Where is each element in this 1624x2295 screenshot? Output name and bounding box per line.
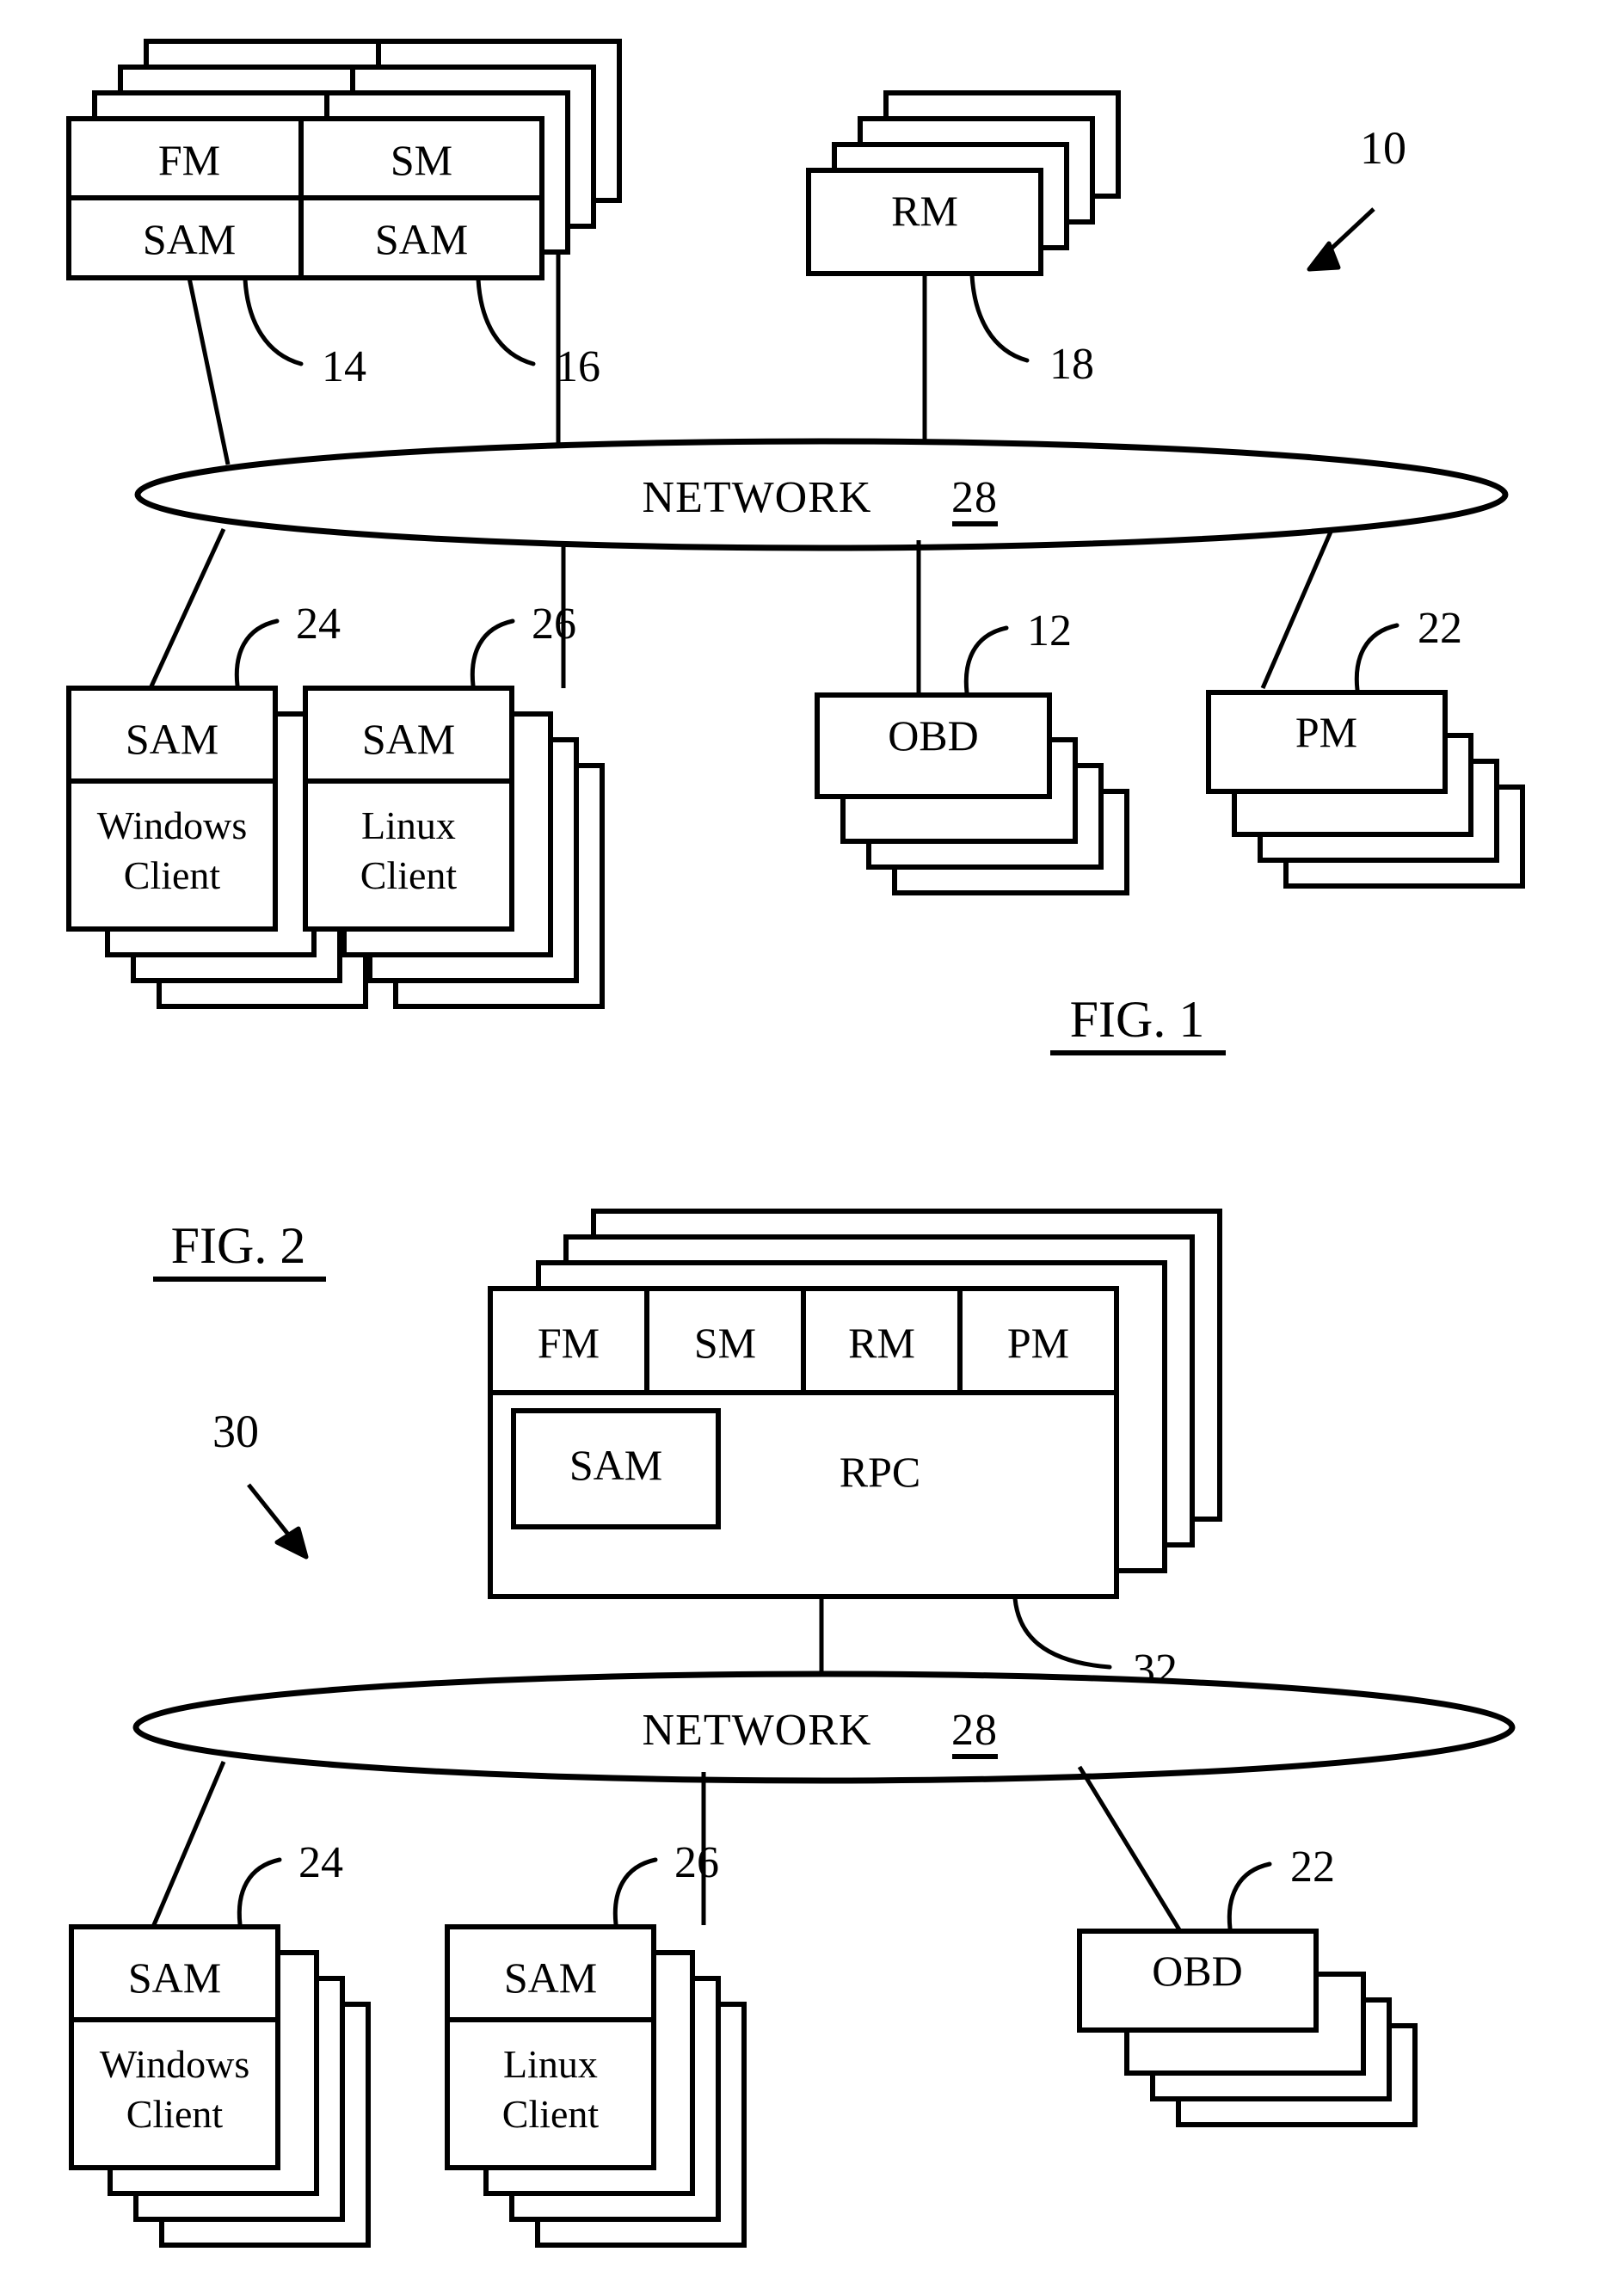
- lead-line-16: [476, 277, 536, 366]
- win-os-line2: Client: [124, 853, 221, 897]
- lead-line-12: [963, 625, 1009, 695]
- node-windows-client-fig2[interactable]: SAM Windows Client: [69, 1924, 371, 2248]
- patent-drawing-sheet: FM SAM 14 SM SAM 16 RM 18 10 NETWORK 28 …: [0, 0, 1624, 2295]
- lead-line-24-fig1: [234, 618, 280, 688]
- network-cloud-fig1: NETWORK 28: [134, 438, 1509, 551]
- win2-os-line2: Client: [126, 2092, 224, 2136]
- ref-numeral-22-fig2: 22: [1290, 1843, 1335, 1892]
- network-numeral-fig2: 28: [951, 1706, 998, 1755]
- ref-numeral-26-fig2: 26: [674, 1838, 719, 1887]
- ref-numeral-22-fig1: 22: [1418, 604, 1462, 653]
- link-network-pm: [1260, 529, 1334, 689]
- arrow-to-system-30: [247, 1483, 309, 1560]
- ref-numeral-24-fig2: 24: [298, 1838, 343, 1887]
- figure-2-group: FIG. 2 30 FM SM RM PM SAM RPC 32 NETWORK…: [69, 1209, 1516, 2248]
- lin-sam-label: SAM: [362, 715, 455, 763]
- figure-2-label: FIG. 2: [171, 1217, 306, 1274]
- win-sam-label: SAM: [126, 715, 218, 763]
- lead-line-22-fig2: [1227, 1861, 1272, 1931]
- lin2-os-line2: Client: [502, 2092, 600, 2136]
- arrow-to-system-10: [1307, 207, 1375, 272]
- link-network-obd-fig2: [1077, 1765, 1183, 1933]
- server-cell-sm: SM: [694, 1319, 756, 1367]
- node-pm-fig1[interactable]: PM: [1206, 690, 1525, 889]
- ref-numeral-30: 30: [212, 1406, 259, 1457]
- link-network-windows-fig2: [151, 1761, 226, 1928]
- obd-label: OBD: [888, 711, 979, 760]
- link-network-windows: [148, 527, 226, 690]
- ref-numeral-10: 10: [1360, 122, 1406, 174]
- node-obd-fig2[interactable]: OBD: [1077, 1929, 1418, 2127]
- ref-numeral-24-fig1: 24: [296, 600, 341, 649]
- lead-line-26-fig1: [470, 618, 515, 688]
- lin-os-line1: Linux: [361, 803, 456, 847]
- pm-label: PM: [1295, 708, 1357, 756]
- win2-sam-label: SAM: [128, 1954, 221, 2002]
- network-label: NETWORK: [643, 473, 872, 522]
- figure-1-label: FIG. 1: [1070, 991, 1205, 1048]
- win2-os-line1: Windows: [100, 2042, 249, 2086]
- network-label-fig2: NETWORK: [643, 1706, 872, 1755]
- sm-label: SM: [391, 136, 452, 184]
- server-cell-fm: FM: [538, 1319, 600, 1367]
- lin2-os-line1: Linux: [503, 2042, 598, 2086]
- node-rm[interactable]: RM: [806, 90, 1121, 276]
- server-cell-pm: PM: [1007, 1319, 1069, 1367]
- ref-numeral-26-fig1: 26: [532, 600, 576, 649]
- lead-line-24-fig2: [237, 1857, 282, 1927]
- fm-sam-label: SAM: [143, 215, 236, 263]
- lead-line-32: [1012, 1596, 1112, 1670]
- lead-line-26-fig2: [612, 1857, 658, 1927]
- rm-label: RM: [891, 187, 958, 235]
- link-fm-network: [187, 277, 231, 465]
- lin2-sam-label: SAM: [504, 1954, 597, 2002]
- ref-numeral-14: 14: [322, 342, 366, 391]
- server-inner-sam-label: SAM: [569, 1441, 662, 1489]
- obd2-label: OBD: [1152, 1947, 1243, 1995]
- ref-numeral-18: 18: [1049, 340, 1094, 389]
- server-cell-rm: RM: [848, 1319, 915, 1367]
- network-numeral: 28: [951, 473, 998, 522]
- fm-label: FM: [158, 136, 220, 184]
- node-server-stack[interactable]: FM SM RM PM SAM RPC: [488, 1209, 1222, 1599]
- server-rpc-label: RPC: [840, 1448, 921, 1496]
- node-obd-fig1[interactable]: OBD: [815, 692, 1129, 895]
- figure-2-caption: FIG. 2: [153, 1217, 326, 1282]
- network-cloud-fig2: NETWORK 28: [132, 1670, 1516, 1784]
- lin-os-line2: Client: [360, 853, 458, 897]
- figure-1-caption: FIG. 1: [1050, 991, 1226, 1055]
- lead-line-14: [243, 277, 304, 366]
- ref-numeral-12: 12: [1027, 606, 1072, 655]
- ref-numeral-16: 16: [556, 342, 600, 391]
- win-os-line1: Windows: [97, 803, 247, 847]
- figure-1-group: FM SAM 14 SM SAM 16 RM 18 10 NETWORK 28 …: [66, 39, 1525, 1055]
- sm-sam-label: SAM: [375, 215, 468, 263]
- lead-line-18: [969, 273, 1030, 363]
- lead-line-22-fig1: [1354, 623, 1399, 692]
- node-linux-client-fig2[interactable]: SAM Linux Client: [445, 1924, 747, 2248]
